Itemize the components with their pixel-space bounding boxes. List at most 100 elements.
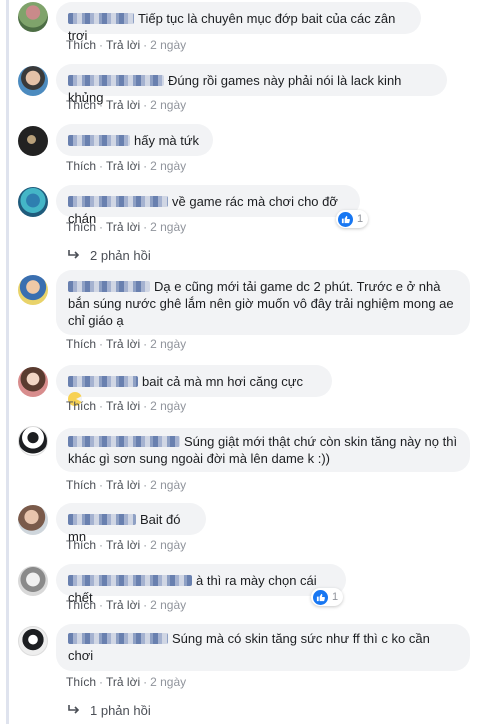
like-icon xyxy=(313,589,328,605)
separator: · xyxy=(143,598,148,612)
comment-actions: Thích · Trả lời · 2 ngày xyxy=(66,478,186,492)
comment-bubble: về game rác mà chơi cho đỡ chán xyxy=(56,185,360,226)
like-link[interactable]: Thích xyxy=(66,220,96,234)
commenter-name[interactable] xyxy=(68,13,134,24)
comment-time: 2 ngày xyxy=(150,98,187,112)
comment-actions: Thích · Trả lời · 2 ngày xyxy=(66,337,186,351)
separator: · xyxy=(99,220,104,234)
comment-bubble: Dạ e cũng mới tải game dc 2 phút. Trước … xyxy=(56,270,470,335)
comment-time: 2 ngày xyxy=(150,159,187,173)
comment-bubble: Bait đó mn xyxy=(56,503,206,544)
avatar[interactable] xyxy=(18,505,48,535)
reaction-count[interactable]: 1 xyxy=(336,210,369,228)
avatar[interactable] xyxy=(18,367,48,397)
separator: · xyxy=(99,159,104,173)
comment-time: 2 ngày xyxy=(150,538,187,552)
view-replies-link[interactable]: 2 phản hồi xyxy=(68,247,151,264)
comment-actions: Thích · Trả lời · 2 ngày xyxy=(66,38,186,52)
avatar[interactable] xyxy=(18,187,48,217)
thread-line xyxy=(6,0,9,724)
reply-arrow-icon xyxy=(68,702,80,719)
like-link[interactable]: Thích xyxy=(66,538,96,552)
like-link[interactable]: Thích xyxy=(66,675,96,689)
avatar[interactable] xyxy=(18,2,48,32)
reply-link[interactable]: Trả lời xyxy=(106,675,140,689)
comment-time: 2 ngày xyxy=(150,675,187,689)
separator: · xyxy=(99,478,104,492)
reaction-number: 1 xyxy=(357,213,364,225)
like-link[interactable]: Thích xyxy=(66,98,96,112)
commenter-name[interactable] xyxy=(68,281,150,292)
avatar[interactable] xyxy=(18,626,48,656)
like-link[interactable]: Thích xyxy=(66,337,96,351)
avatar[interactable] xyxy=(18,66,48,96)
reply-link[interactable]: Trả lời xyxy=(106,478,140,492)
commenter-name[interactable] xyxy=(68,633,168,644)
separator: · xyxy=(99,337,104,351)
comment-actions: Thích · Trả lời · 2 ngày xyxy=(66,220,186,234)
separator: · xyxy=(99,538,104,552)
avatar[interactable] xyxy=(18,566,48,596)
reaction-number: 1 xyxy=(332,591,339,603)
commenter-name[interactable] xyxy=(68,75,164,86)
reply-link[interactable]: Trả lời xyxy=(106,98,140,112)
reply-arrow-icon xyxy=(68,247,80,264)
comment-bubble: Súng giật mới thật chứ còn skin tăng này… xyxy=(56,428,470,472)
commenter-name[interactable] xyxy=(68,376,138,387)
reply-link[interactable]: Trả lời xyxy=(106,159,140,173)
reaction-count[interactable]: 1 xyxy=(311,588,344,606)
view-replies-link[interactable]: 1 phản hồi xyxy=(68,702,151,719)
avatar[interactable] xyxy=(18,426,48,456)
commenter-name[interactable] xyxy=(68,575,192,586)
commenter-name[interactable] xyxy=(68,196,168,207)
comment-time: 2 ngày xyxy=(150,598,187,612)
commenter-name[interactable] xyxy=(68,135,130,146)
avatar[interactable] xyxy=(18,126,48,156)
separator: · xyxy=(99,38,104,52)
separator: · xyxy=(143,38,148,52)
separator: · xyxy=(143,675,148,689)
comment-bubble: Tiếp tục là chuyên mục đớp bait của các … xyxy=(56,2,421,43)
comment-time: 2 ngày xyxy=(150,337,187,351)
replies-count: 1 phản hồi xyxy=(90,703,151,718)
separator: · xyxy=(143,337,148,351)
comment-actions: Thích · Trả lời · 2 ngày xyxy=(66,159,186,173)
comment-time: 2 ngày xyxy=(150,38,187,52)
separator: · xyxy=(99,399,104,413)
like-link[interactable]: Thích xyxy=(66,38,96,52)
comment-time: 2 ngày xyxy=(150,220,187,234)
comment-text: bait cả mà mn hơi căng cực xyxy=(142,374,304,389)
comment-time: 2 ngày xyxy=(150,399,187,413)
reply-link[interactable]: Trả lời xyxy=(106,220,140,234)
reply-link[interactable]: Trả lời xyxy=(106,399,140,413)
reply-link[interactable]: Trả lời xyxy=(106,598,140,612)
commenter-name[interactable] xyxy=(68,436,180,447)
separator: · xyxy=(143,220,148,234)
separator: · xyxy=(99,98,104,112)
comment-actions: Thích · Trả lời · 2 ngày xyxy=(66,598,186,612)
separator: · xyxy=(143,538,148,552)
comment-actions: Thích · Trả lời · 2 ngày xyxy=(66,98,186,112)
comment-bubble: Đúng rồi games này phải nói là lack kinh… xyxy=(56,64,447,105)
comment-bubble: hấy mà tứk xyxy=(56,124,213,156)
comment-time: 2 ngày xyxy=(150,478,187,492)
like-link[interactable]: Thích xyxy=(66,399,96,413)
comment-text: hấy mà tứk xyxy=(134,133,200,148)
comment-bubble: bait cả mà mn hơi căng cực xyxy=(56,365,332,406)
reply-link[interactable]: Trả lời xyxy=(106,538,140,552)
comment-actions: Thích · Trả lời · 2 ngày xyxy=(66,675,186,689)
comment-actions: Thích · Trả lời · 2 ngày xyxy=(66,538,186,552)
avatar[interactable] xyxy=(18,275,48,305)
comment-bubble: à thì ra mày chọn cái chết xyxy=(56,564,346,605)
like-link[interactable]: Thích xyxy=(66,478,96,492)
reply-link[interactable]: Trả lời xyxy=(106,38,140,52)
replies-count: 2 phản hồi xyxy=(90,248,151,263)
like-link[interactable]: Thích xyxy=(66,159,96,173)
like-link[interactable]: Thích xyxy=(66,598,96,612)
comment-actions: Thích · Trả lời · 2 ngày xyxy=(66,399,186,413)
reply-link[interactable]: Trả lời xyxy=(106,337,140,351)
like-icon xyxy=(338,211,353,227)
separator: · xyxy=(143,98,148,112)
separator: · xyxy=(143,159,148,173)
commenter-name[interactable] xyxy=(68,514,136,525)
